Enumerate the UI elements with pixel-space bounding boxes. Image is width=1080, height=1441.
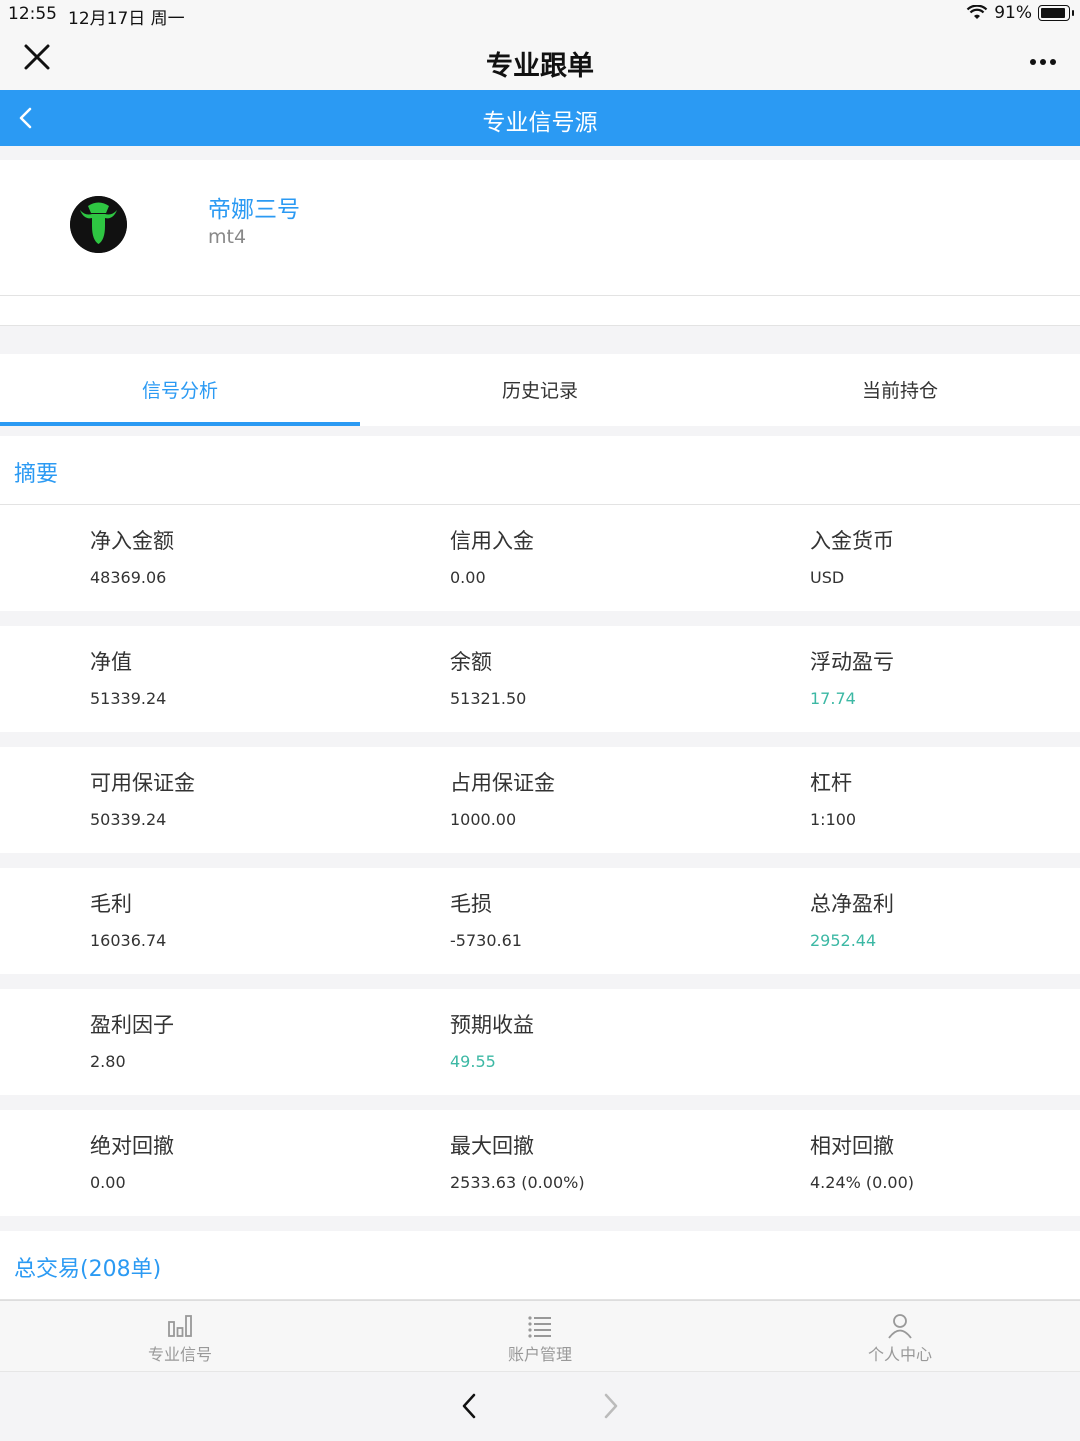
stat-leverage: 杠杆 1:100 [720, 747, 1080, 853]
stat-absolute-drawdown: 绝对回撤 0.00 [0, 1110, 360, 1216]
stat-value: 0.00 [90, 1173, 126, 1192]
more-options-icon[interactable] [1030, 50, 1060, 66]
status-time: 12:55 [8, 4, 57, 24]
battery-percent: 91% [994, 3, 1032, 23]
bottom-tab-label: 个人中心 [867, 1345, 932, 1364]
bottom-tab-label: 账户管理 [507, 1345, 572, 1364]
stats-row: 盈利因子 2.80 预期收益 49.55 [0, 989, 1080, 1095]
stat-value: 2533.63 (0.00%) [450, 1173, 585, 1192]
stats-row: 净入金额 48369.06 信用入金 0.00 入金货币 USD [0, 505, 1080, 611]
total-trades-header[interactable]: 总交易(208单) [0, 1231, 1080, 1300]
stat-label: 净值 [90, 650, 132, 674]
stat-value: 50339.24 [90, 810, 167, 829]
stat-floating-pnl: 浮动盈亏 17.74 [720, 626, 1080, 732]
browser-back-icon[interactable] [458, 1390, 482, 1422]
stats-row: 绝对回撤 0.00 最大回撤 2533.63 (0.00%) 相对回撤 4.24… [0, 1110, 1080, 1216]
stat-deposit-currency: 入金货币 USD [720, 505, 1080, 611]
stat-label: 毛利 [90, 892, 132, 916]
stat-equity: 净值 51339.24 [0, 626, 360, 732]
stat-credit-deposit: 信用入金 0.00 [360, 505, 720, 611]
stat-value: 1000.00 [450, 810, 517, 829]
list-icon [528, 1316, 551, 1338]
stat-label: 盈利因子 [90, 1013, 174, 1037]
stat-label: 浮动盈亏 [810, 650, 894, 674]
summary-header: 摘要 [0, 436, 1080, 505]
tab-positions[interactable]: 当前持仓 [720, 354, 1080, 426]
stat-gross-loss: 毛损 -5730.61 [360, 868, 720, 974]
bottom-tab-bar: 专业信号 账户管理 个人中心 [0, 1300, 1080, 1371]
status-bar: 12:55 12月17日 周一 91% [0, 0, 1080, 29]
stat-label: 杠杆 [810, 771, 852, 795]
stat-label: 最大回撤 [450, 1134, 534, 1158]
stat-value: 48369.06 [90, 568, 167, 587]
summary-title: 摘要 [14, 462, 59, 487]
stat-label: 信用入金 [450, 529, 534, 553]
user-icon [888, 1314, 912, 1339]
stat-free-margin: 可用保证金 50339.24 [0, 747, 360, 853]
signal-name: 帝娜三号 [208, 197, 300, 223]
status-right: 91% [966, 3, 1074, 23]
bar-chart-icon [168, 1315, 192, 1337]
top-navbar: 专业跟单 [0, 28, 1080, 90]
stat-value: 4.24% (0.00) [810, 1173, 915, 1192]
stat-label: 总净盈利 [810, 892, 894, 916]
stat-net-deposit: 净入金额 48369.06 [0, 505, 360, 611]
stat-label: 预期收益 [450, 1013, 534, 1037]
stat-value: 2.80 [90, 1052, 126, 1071]
battery-icon [1038, 5, 1074, 21]
total-trades-title: 总交易(208单) [14, 1257, 162, 1282]
tab-signal-analysis[interactable]: 信号分析 [0, 354, 360, 426]
stat-value: 0.00 [450, 568, 486, 587]
stat-label: 占用保证金 [450, 771, 555, 795]
signal-platform: mt4 [208, 226, 247, 248]
stat-relative-drawdown: 相对回撤 4.24% (0.00) [720, 1110, 1080, 1216]
avatar [70, 196, 127, 253]
stat-label: 余额 [450, 650, 492, 674]
stat-value: 16036.74 [90, 931, 167, 950]
stat-max-drawdown: 最大回撤 2533.63 (0.00%) [360, 1110, 720, 1216]
bottom-tab-signals[interactable]: 专业信号 [0, 1301, 360, 1371]
tab-bar: 信号分析 历史记录 当前持仓 [0, 354, 1080, 426]
stat-value: 2952.44 [810, 931, 877, 950]
page-title: 专业跟单 [486, 51, 594, 82]
stat-value: 49.55 [450, 1052, 496, 1071]
stat-label: 相对回撤 [810, 1134, 894, 1158]
stat-label: 入金货币 [810, 529, 894, 553]
browser-toolbar [0, 1371, 1080, 1441]
bottom-tab-accounts[interactable]: 账户管理 [360, 1301, 720, 1371]
stat-label: 可用保证金 [90, 771, 195, 795]
stats-row: 可用保证金 50339.24 占用保证金 1000.00 杠杆 1:100 [0, 747, 1080, 853]
stat-label: 净入金额 [90, 529, 174, 553]
stat-used-margin: 占用保证金 1000.00 [360, 747, 720, 853]
stat-value: -5730.61 [450, 931, 522, 950]
stat-balance: 余额 51321.50 [360, 626, 720, 732]
status-date: 12月17日 周一 [68, 9, 185, 29]
stat-label: 毛损 [450, 892, 492, 916]
sub-header-title: 专业信号源 [482, 110, 598, 136]
stat-value: 51321.50 [450, 689, 527, 708]
stats-row: 净值 51339.24 余额 51321.50 浮动盈亏 17.74 [0, 626, 1080, 732]
stat-expected-payoff: 预期收益 49.55 [360, 989, 720, 1095]
bottom-tab-profile[interactable]: 个人中心 [720, 1301, 1080, 1371]
stat-gross-profit: 毛利 16036.74 [0, 868, 360, 974]
browser-forward-icon[interactable] [598, 1390, 622, 1422]
stat-total-net-profit: 总净盈利 2952.44 [720, 868, 1080, 974]
stat-value: 17.74 [810, 689, 856, 708]
stat-value: 1:100 [810, 810, 857, 829]
tab-history[interactable]: 历史记录 [360, 354, 720, 426]
stat-profit-factor: 盈利因子 2.80 [0, 989, 360, 1095]
sub-header: 专业信号源 [0, 90, 1080, 146]
profile-divider-strip [0, 296, 1080, 326]
stats-row: 毛利 16036.74 毛损 -5730.61 总净盈利 2952.44 [0, 868, 1080, 974]
bottom-tab-label: 专业信号 [147, 1345, 212, 1364]
wifi-icon [966, 5, 988, 19]
stat-label: 绝对回撤 [90, 1134, 174, 1158]
signal-profile-card: 帝娜三号 mt4 [0, 160, 1080, 296]
stat-value: 51339.24 [90, 689, 167, 708]
stat-value: USD [810, 568, 845, 587]
